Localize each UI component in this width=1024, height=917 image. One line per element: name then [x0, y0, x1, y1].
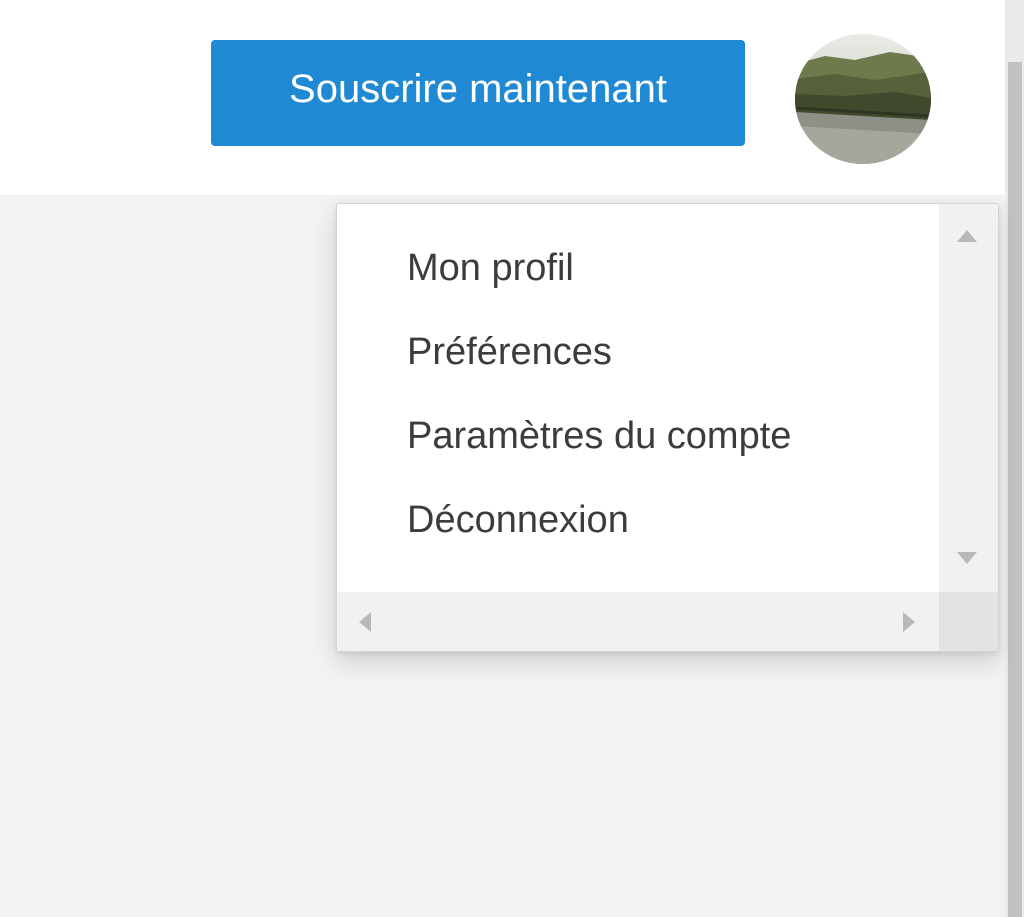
avatar-photo-icon	[795, 34, 931, 164]
subscribe-now-button[interactable]: Souscrire maintenant	[211, 40, 745, 146]
menu-horizontal-scrollbar[interactable]	[337, 592, 939, 651]
scroll-down-arrow-icon[interactable]	[957, 552, 977, 564]
top-header: Souscrire maintenant	[0, 0, 1005, 195]
menu-item-account-settings[interactable]: Paramètres du compte	[407, 406, 791, 466]
page: Souscrire maintenant Mon profil Préféren…	[0, 0, 1024, 917]
menu-vertical-scrollbar[interactable]	[939, 204, 998, 592]
menu-item-my-profile[interactable]: Mon profil	[407, 238, 574, 298]
menu-item-logout[interactable]: Déconnexion	[407, 490, 629, 550]
user-menu-dropdown: Mon profil Préférences Paramètres du com…	[336, 203, 999, 652]
user-menu-list: Mon profil Préférences Paramètres du com…	[337, 204, 939, 592]
scrollbar-corner	[939, 592, 998, 651]
scroll-left-arrow-icon[interactable]	[359, 612, 371, 632]
user-avatar[interactable]	[795, 34, 931, 164]
menu-item-preferences[interactable]: Préférences	[407, 322, 612, 382]
scroll-right-arrow-icon[interactable]	[903, 612, 915, 632]
window-scrollbar-thumb[interactable]	[1008, 62, 1022, 917]
scroll-up-arrow-icon[interactable]	[957, 230, 977, 242]
